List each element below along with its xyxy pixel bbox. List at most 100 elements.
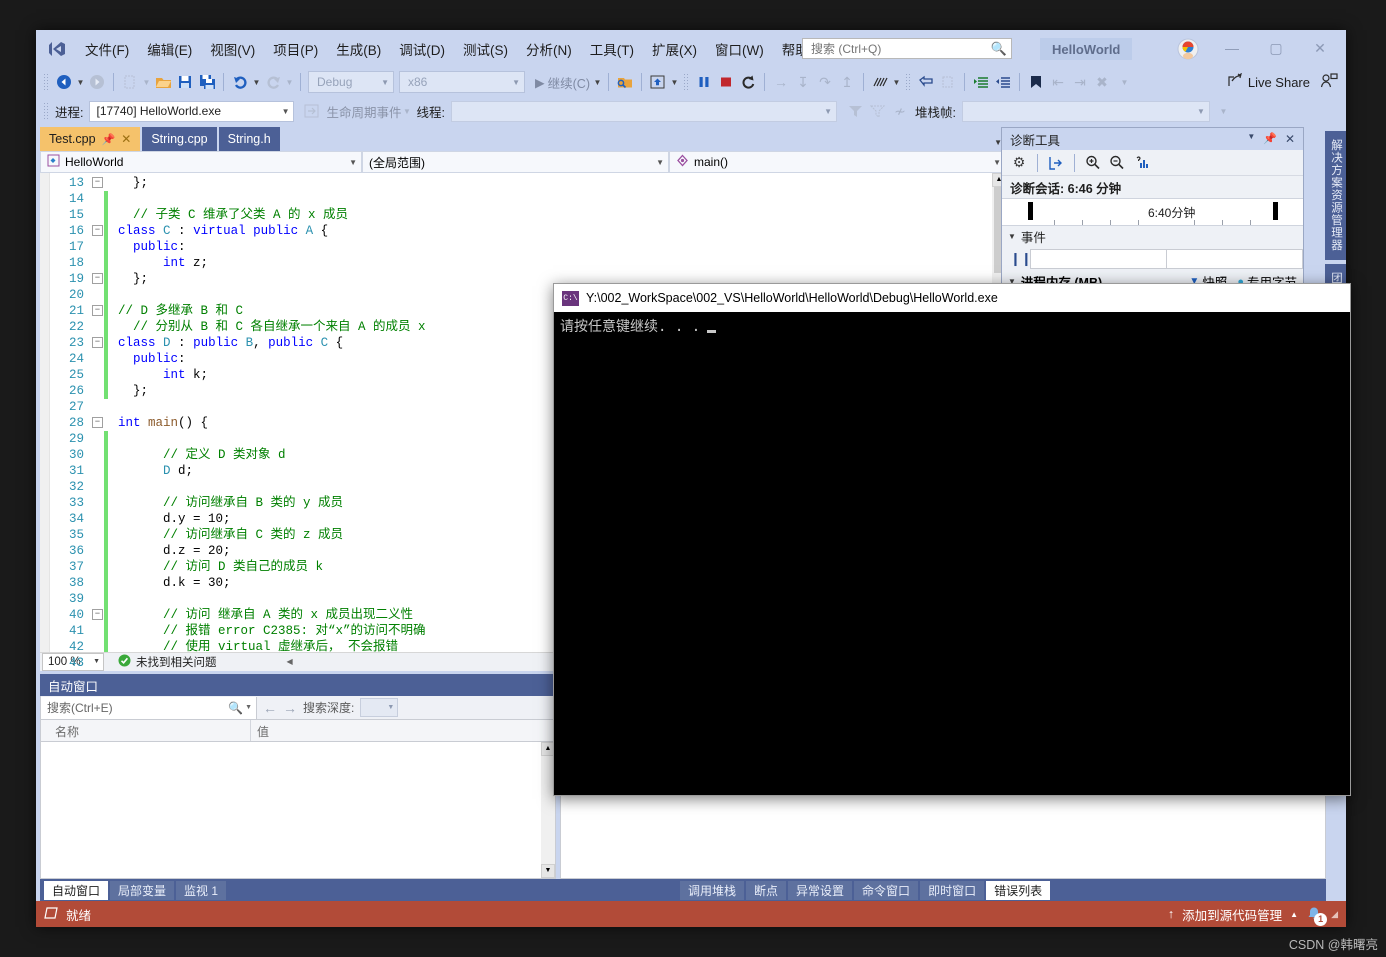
- clear-filter-icon[interactable]: [867, 100, 889, 122]
- solution-platform-combo[interactable]: x86 ▼: [399, 71, 525, 93]
- menu-item-file[interactable]: 文件(F): [76, 35, 138, 63]
- menu-item-view[interactable]: 视图(V): [201, 35, 264, 63]
- feedback-icon[interactable]: [1320, 72, 1338, 92]
- code-fold-toggle[interactable]: −: [92, 609, 103, 620]
- close-icon[interactable]: ✕: [121, 132, 131, 146]
- toolbar-grip[interactable]: [43, 102, 50, 120]
- panel-menu-icon[interactable]: ▼: [1247, 132, 1255, 146]
- menu-item-tools[interactable]: 工具(T): [581, 35, 643, 63]
- zoom-in-icon[interactable]: [1082, 152, 1104, 174]
- code-fold-toggle[interactable]: −: [92, 273, 103, 284]
- code-fold-toggle[interactable]: −: [92, 305, 103, 316]
- bottom-tab-locals[interactable]: 局部变量: [110, 880, 175, 900]
- menu-item-project[interactable]: 项目(P): [264, 35, 327, 63]
- member-selector[interactable]: main() ▼: [669, 151, 1006, 173]
- previous-bookmark-icon[interactable]: ⇤: [1047, 71, 1069, 93]
- console-window[interactable]: C:\ Y:\002_WorkSpace\002_VS\HelloWorld\H…: [553, 283, 1351, 796]
- step-out-icon[interactable]: ↷: [814, 71, 836, 93]
- lifecycle-dropdown-icon[interactable]: ▼: [402, 100, 413, 122]
- expander-icon[interactable]: ▼: [1008, 232, 1016, 241]
- settings-gear-icon[interactable]: ⚙: [1008, 152, 1030, 174]
- save-all-icon[interactable]: [196, 71, 218, 93]
- chevron-up-icon[interactable]: ▲: [1290, 910, 1298, 919]
- bottom-tab-immediate-window[interactable]: 即时窗口: [920, 880, 985, 900]
- close-icon[interactable]: ✕: [1285, 132, 1295, 146]
- tab-test-cpp[interactable]: Test.cpp 📌 ✕: [40, 127, 141, 151]
- code-line[interactable]: [90, 191, 992, 207]
- toolbar-grip[interactable]: [43, 73, 50, 91]
- stackframe-combo[interactable]: ▼: [961, 100, 1210, 122]
- chevron-down-icon[interactable]: ▼: [245, 704, 252, 711]
- diagnostic-timeline-ruler[interactable]: 6:40分钟: [1002, 198, 1303, 226]
- navigate-backward-icon[interactable]: [53, 71, 75, 93]
- source-control-label[interactable]: 添加到源代码管理: [1182, 905, 1282, 924]
- diagnostic-events-section[interactable]: ▼ 事件: [1002, 226, 1303, 246]
- bottom-tab-autos[interactable]: 自动窗口: [44, 880, 109, 900]
- notifications-button[interactable]: 1: [1306, 905, 1328, 926]
- continue-button[interactable]: ▶ 继续(C): [533, 73, 592, 92]
- continue-dropdown-icon[interactable]: ▼: [592, 71, 603, 93]
- attach-to-process-icon[interactable]: [614, 71, 636, 93]
- toolbar-grip[interactable]: [682, 73, 690, 91]
- show-whitespace-icon[interactable]: [869, 71, 891, 93]
- menu-item-edit[interactable]: 编辑(E): [138, 35, 201, 63]
- menu-item-build[interactable]: 生成(B): [327, 35, 390, 63]
- new-item-dropdown-icon[interactable]: ▼: [141, 71, 152, 93]
- maximize-button[interactable]: ▢: [1254, 34, 1298, 62]
- code-fold-toggle[interactable]: −: [92, 337, 103, 348]
- undo-dropdown-icon[interactable]: ▼: [251, 71, 262, 93]
- bottom-tab-watch1[interactable]: 监视 1: [176, 880, 227, 900]
- increase-indent-icon[interactable]: [970, 71, 992, 93]
- bottom-tab-error-list[interactable]: 错误列表: [986, 880, 1051, 900]
- bottom-tab-call-stack[interactable]: 调用堆栈: [680, 880, 745, 900]
- step-over-icon[interactable]: →: [770, 71, 792, 93]
- search-prev-icon[interactable]: ←: [263, 700, 277, 716]
- break-all-icon[interactable]: [693, 71, 715, 93]
- resize-grip-icon[interactable]: ◢: [1331, 909, 1338, 920]
- navigate-forward-icon[interactable]: [86, 71, 108, 93]
- minimize-button[interactable]: —: [1210, 34, 1254, 62]
- events-track[interactable]: [1030, 249, 1303, 269]
- comment-selection-icon[interactable]: [915, 71, 937, 93]
- code-line[interactable]: int z;: [90, 255, 992, 271]
- bottom-tab-breakpoints[interactable]: 断点: [746, 880, 787, 900]
- rail-tab-solution-explorer[interactable]: 解决方案资源管理器: [1325, 131, 1346, 260]
- avatar[interactable]: [1176, 37, 1200, 61]
- lifecycle-events-icon[interactable]: [300, 100, 322, 122]
- thread-combo[interactable]: ▼: [450, 100, 837, 122]
- stop-debugging-icon[interactable]: [715, 71, 737, 93]
- live-share-button[interactable]: Live Share: [1227, 72, 1310, 91]
- code-line[interactable]: − };: [90, 175, 992, 191]
- filter-icon[interactable]: [845, 100, 867, 122]
- breakpoint-gutter[interactable]: [40, 173, 50, 652]
- process-combo[interactable]: [17740] HelloWorld.exe ▼: [89, 100, 295, 122]
- code-line[interactable]: public:: [90, 239, 992, 255]
- code-fold-toggle[interactable]: −: [92, 225, 103, 236]
- scroll-down-button[interactable]: ▼: [541, 864, 555, 878]
- solution-configuration-combo[interactable]: Debug ▼: [308, 71, 394, 93]
- bottom-tab-exception-settings[interactable]: 异常设置: [788, 880, 853, 900]
- step-into-icon[interactable]: ↧: [792, 71, 814, 93]
- code-fold-toggle[interactable]: −: [92, 417, 103, 428]
- quick-launch-search[interactable]: 🔍: [802, 38, 1012, 59]
- close-button[interactable]: ✕: [1298, 34, 1342, 62]
- tab-string-h[interactable]: String.h: [218, 127, 280, 151]
- menu-item-test[interactable]: 测试(S): [454, 35, 517, 63]
- save-icon[interactable]: [174, 71, 196, 93]
- new-item-icon[interactable]: [119, 71, 141, 93]
- decrease-indent-icon[interactable]: [992, 71, 1014, 93]
- issues-prev-icon[interactable]: ◀: [287, 657, 293, 666]
- menu-item-extensions[interactable]: 扩展(X): [643, 35, 706, 63]
- project-selector[interactable]: HelloWorld ▼: [40, 151, 362, 173]
- step-up-icon[interactable]: ↥: [836, 71, 858, 93]
- whitespace-dropdown-icon[interactable]: ▼: [891, 71, 902, 93]
- code-line[interactable]: // 子类 C 维承了父类 A 的 x 成员: [90, 207, 992, 223]
- menu-item-window[interactable]: 窗口(W): [706, 35, 773, 63]
- toolbar-grip[interactable]: [904, 73, 912, 91]
- search-depth-combo[interactable]: ▼: [360, 698, 399, 717]
- toggle-bookmark-icon[interactable]: [1025, 71, 1047, 93]
- toggle-flags-icon[interactable]: ≁: [889, 100, 911, 122]
- navigate-backward-dropdown-icon[interactable]: ▼: [75, 71, 86, 93]
- bottom-tab-command-window[interactable]: 命令窗口: [854, 880, 919, 900]
- export-icon[interactable]: [1045, 152, 1067, 174]
